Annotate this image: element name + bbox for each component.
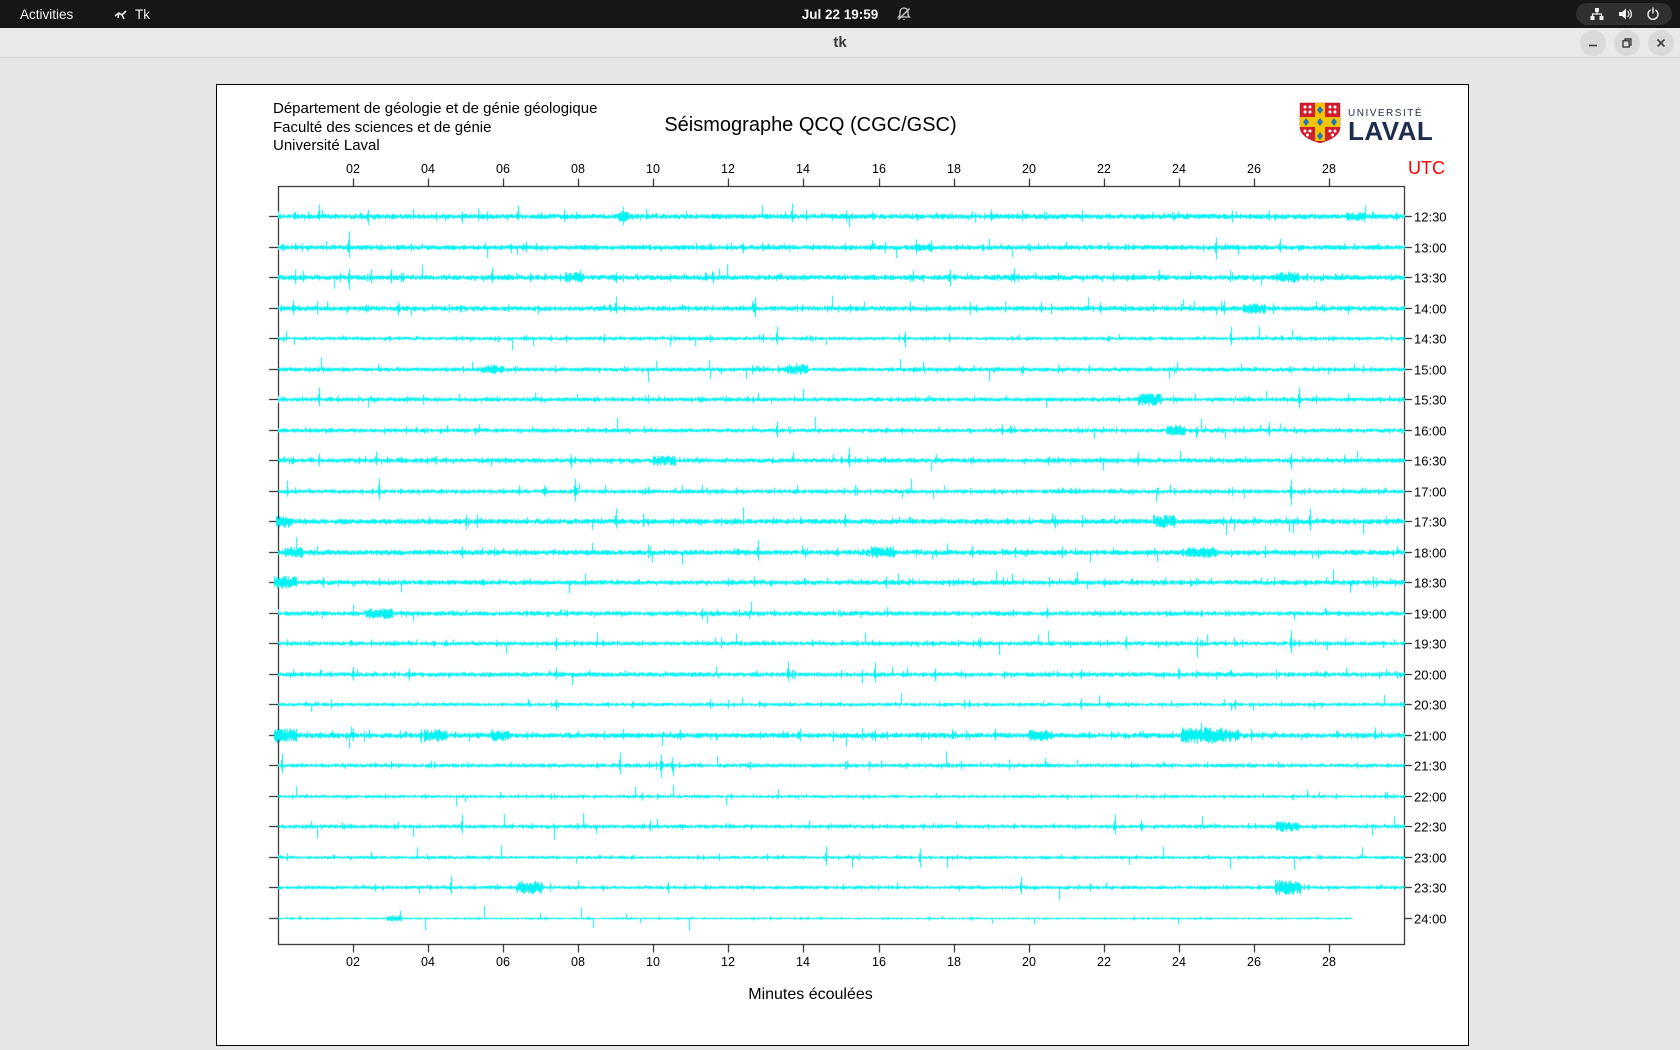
minimize-button[interactable] [1580,30,1606,56]
x-tick-bottom-24: 24 [1172,955,1186,969]
utc-time-label-23:30: 23:30 [1414,880,1447,895]
x-tick-bottom-08: 08 [571,955,585,969]
x-tick-bottom-02: 02 [346,955,360,969]
x-tick-top-18: 18 [947,162,961,176]
x-tick-top-28: 28 [1322,162,1336,176]
utc-time-label-12:30: 12:30 [1414,209,1447,224]
utc-time-label-15:30: 15:30 [1414,392,1447,407]
x-tick-bottom-28: 28 [1322,955,1336,969]
x-tick-top-08: 08 [571,162,585,176]
utc-time-label-16:00: 16:00 [1414,423,1447,438]
app-indicator-label: Tk [135,6,150,22]
clock-label: Jul 22 19:59 [801,6,879,22]
utc-time-label-14:00: 14:00 [1414,301,1447,316]
x-tick-top-02: 02 [346,162,360,176]
utc-time-label-22:00: 22:00 [1414,789,1447,804]
utc-time-label-17:30: 17:30 [1414,514,1447,529]
seismograph-canvas: Département de géologie et de génie géol… [216,84,1469,1046]
x-tick-top-06: 06 [496,162,510,176]
x-axis-title: Minutes écoulées [748,986,873,1003]
do-not-disturb-icon [896,0,912,28]
x-tick-top-04: 04 [421,162,435,176]
activities-label: Activities [20,6,74,22]
utc-axis-label: UTC [1408,158,1445,178]
network-wired-icon [1589,7,1605,21]
utc-time-label-17:00: 17:00 [1414,484,1447,499]
close-button[interactable] [1648,30,1674,56]
utc-time-label-18:00: 18:00 [1414,545,1447,560]
utc-time-label-13:30: 13:30 [1414,270,1447,285]
x-tick-bottom-06: 06 [496,955,510,969]
plot-title: Séismographe QCQ (CGC/GSC) [664,114,957,136]
x-tick-top-14: 14 [796,162,810,176]
utc-time-label-23:00: 23:00 [1414,850,1447,865]
x-tick-bottom-04: 04 [421,955,435,969]
utc-time-label-14:30: 14:30 [1414,331,1447,346]
logo-laval-text: LAVAL [1348,116,1434,146]
utc-time-label-24:00: 24:00 [1414,911,1447,926]
x-tick-top-20: 20 [1022,162,1036,176]
utc-time-label-22:30: 22:30 [1414,819,1447,834]
tk-app-icon [113,7,128,22]
utc-time-label-21:00: 21:00 [1414,728,1447,743]
utc-time-label-18:30: 18:30 [1414,575,1447,590]
utc-time-label-19:30: 19:30 [1414,636,1447,651]
gnome-top-bar: Activities Tk Jul 22 19:59 [0,0,1680,28]
x-tick-top-10: 10 [646,162,660,176]
x-tick-bottom-12: 12 [721,955,735,969]
x-tick-top-24: 24 [1172,162,1186,176]
utc-time-label-19:00: 19:00 [1414,606,1447,621]
clock-button[interactable]: Jul 22 19:59 [802,0,879,28]
window-titlebar[interactable]: tk [0,28,1680,58]
x-tick-bottom-14: 14 [796,955,810,969]
x-tick-bottom-16: 16 [872,955,886,969]
window-content: Département de géologie et de génie géol… [0,58,1680,1050]
laval-shield-icon [1299,102,1341,149]
maximize-button[interactable] [1614,30,1640,56]
x-tick-top-26: 26 [1247,162,1261,176]
x-tick-bottom-22: 22 [1097,955,1111,969]
x-tick-bottom-20: 20 [1022,955,1036,969]
volume-icon [1617,7,1633,21]
screen: Activities Tk Jul 22 19:59 tk Départemen… [0,0,1680,1050]
system-tray-button[interactable] [1576,3,1672,25]
power-icon [1646,7,1660,21]
x-tick-bottom-26: 26 [1247,955,1261,969]
utc-time-label-15:00: 15:00 [1414,362,1447,377]
utc-time-label-21:30: 21:30 [1414,758,1447,773]
x-tick-top-22: 22 [1097,162,1111,176]
app-indicator-tk[interactable]: Tk [105,0,158,28]
window-title: tk [833,34,847,51]
x-tick-top-12: 12 [721,162,735,176]
universite-laval-logo: UNIVERSITÉ LAVAL [1299,102,1433,149]
header-line-3: Université Laval [273,137,380,154]
x-tick-top-16: 16 [872,162,886,176]
utc-time-label-20:30: 20:30 [1414,697,1447,712]
activities-button[interactable]: Activities [10,0,83,28]
x-tick-bottom-18: 18 [947,955,961,969]
utc-time-label-16:30: 16:30 [1414,453,1447,468]
helicorder-plot [217,85,1468,1045]
utc-time-label-20:00: 20:00 [1414,667,1447,682]
x-tick-bottom-10: 10 [646,955,660,969]
utc-time-label-13:00: 13:00 [1414,240,1447,255]
